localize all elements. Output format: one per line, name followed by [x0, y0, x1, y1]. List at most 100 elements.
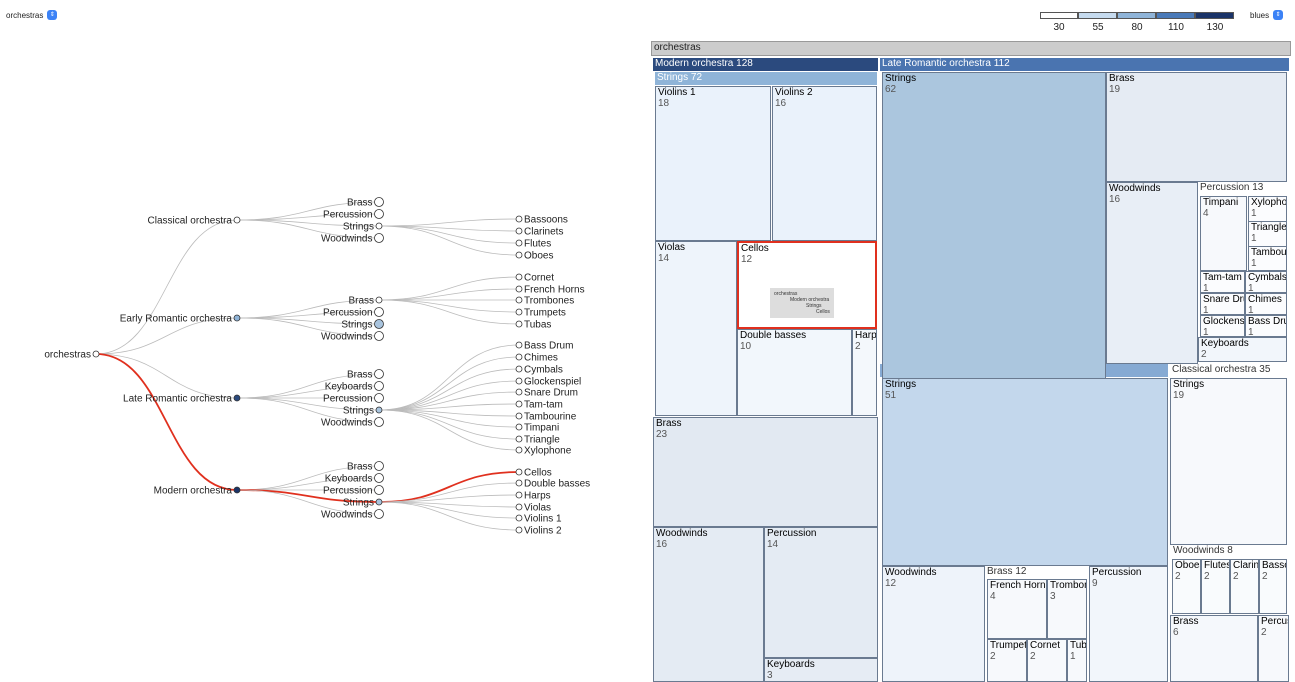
tree-root-node[interactable]	[92, 350, 100, 358]
tree-section-node[interactable]	[375, 406, 383, 414]
treemap-cell[interactable]: Brass 6	[1170, 615, 1258, 682]
tree-section-node[interactable]	[374, 233, 384, 243]
tree-instrument-node[interactable]	[515, 227, 523, 235]
treemap-cell-name: Tambourine	[1251, 247, 1287, 258]
tree-instrument-node[interactable]	[515, 296, 523, 304]
tree-instrument-node[interactable]	[515, 341, 523, 349]
tree-section-node[interactable]	[374, 307, 384, 317]
tree-instrument-node[interactable]	[515, 320, 523, 328]
tree-instrument-node[interactable]	[515, 468, 523, 476]
treemap-cell[interactable]: Tam-tam 1	[1200, 271, 1245, 293]
treemap-cell[interactable]: Woodwinds 12	[882, 566, 985, 682]
tree-section-node[interactable]	[374, 381, 384, 391]
treemap-cell[interactable]: Keyboards 3	[764, 658, 878, 682]
tree-instrument-node[interactable]	[515, 423, 523, 431]
tm-group-header[interactable]: Modern orchestra 128	[653, 58, 878, 71]
tree-instrument-node[interactable]	[515, 435, 523, 443]
treemap-cell[interactable]: Bassoons2	[1259, 559, 1287, 614]
tree-instrument-node[interactable]	[515, 412, 523, 420]
tree-section-node[interactable]	[374, 369, 384, 379]
treemap-cell-value: 19	[1173, 390, 1185, 401]
treemap-cell[interactable]: Glockenspiel1	[1200, 315, 1245, 337]
treemap-cell[interactable]: Cornet 2	[1027, 639, 1067, 682]
tree-group-node[interactable]	[233, 216, 241, 224]
treemap-cell[interactable]: Trombones3	[1047, 579, 1087, 639]
tree-section-node[interactable]	[375, 296, 383, 304]
tree-instrument-node[interactable]	[515, 215, 523, 223]
tm-group-header[interactable]: Strings 72	[655, 72, 877, 85]
tree-instrument-node[interactable]	[515, 239, 523, 247]
tree-instrument-label: Tam-tam	[524, 400, 563, 411]
tree-section-label: Brass	[348, 296, 374, 307]
treemap-cell[interactable]: Oboes2	[1172, 559, 1201, 614]
tree-section-node[interactable]	[374, 209, 384, 219]
tree-instrument-node[interactable]	[515, 400, 523, 408]
tree-instrument-node[interactable]	[515, 479, 523, 487]
treemap-cell[interactable]: Bass Drum1	[1245, 315, 1287, 337]
treemap-cell[interactable]: Xylophone1	[1248, 196, 1287, 222]
treemap-cell-value: 2	[1233, 571, 1239, 582]
treemap-cell[interactable]: Harps2	[852, 329, 877, 416]
tree-instrument-node[interactable]	[515, 446, 523, 454]
tree-instrument-node[interactable]	[515, 526, 523, 534]
tree-section-node[interactable]	[374, 461, 384, 471]
tree-group-node[interactable]	[233, 486, 241, 494]
tree-section-node[interactable]	[375, 498, 383, 506]
treemap-cell-name: Xylophone	[1251, 197, 1287, 208]
treemap-cell[interactable]: Keyboards 2	[1198, 337, 1287, 362]
tm-group-header[interactable]: Brass 12	[985, 566, 1087, 579]
treemap-cell[interactable]: French Horns 4	[987, 579, 1047, 639]
treemap-cell[interactable]: Violas 14	[655, 241, 737, 416]
tree-instrument-node[interactable]	[515, 377, 523, 385]
treemap-cell[interactable]: Percussion2	[1258, 615, 1289, 682]
tree-instrument-node[interactable]	[515, 514, 523, 522]
treemap-cell-name: Oboes	[1175, 560, 1200, 571]
treemap-cell[interactable]: Violins 1 18	[655, 86, 771, 241]
treemap-cell[interactable]: Snare Drum1	[1200, 293, 1245, 315]
treemap-cell[interactable]: Violins 2 16	[772, 86, 877, 241]
tree-section-node[interactable]	[374, 393, 384, 403]
tree-instrument-node[interactable]	[515, 365, 523, 373]
tree-instrument-node[interactable]	[515, 273, 523, 281]
tree-section-node[interactable]	[374, 319, 384, 329]
tm-group-header[interactable]: Late Romantic orchestra 112	[880, 58, 1289, 71]
tree-section-node[interactable]	[374, 509, 384, 519]
color-scheme-select[interactable]: blues ⇕	[1250, 10, 1284, 20]
treemap-cell[interactable]: Tubas1	[1067, 639, 1087, 682]
treemap-cell[interactable]: Timpani 4	[1200, 196, 1247, 271]
tree-instrument-node[interactable]	[515, 491, 523, 499]
treemap-cell[interactable]: Triangle 1	[1248, 221, 1287, 247]
treemap-cell[interactable]: Percussion 9	[1089, 566, 1168, 682]
treemap-cell[interactable]: Flutes 2	[1201, 559, 1230, 614]
treemap-cell[interactable]: Double basses 10	[737, 329, 852, 416]
tree-instrument-node[interactable]	[515, 308, 523, 316]
tm-group-header[interactable]: Percussion 13	[1198, 182, 1287, 195]
treemap-cell[interactable]: Cymbals 1	[1245, 271, 1287, 293]
tree-instrument-node[interactable]	[515, 388, 523, 396]
treemap-cell[interactable]: Clarinets2	[1230, 559, 1259, 614]
tree-group-node[interactable]	[233, 394, 241, 402]
tree-instrument-node[interactable]	[515, 251, 523, 259]
tree-section-node[interactable]	[374, 485, 384, 495]
tree-instrument-node[interactable]	[515, 353, 523, 361]
treemap-cell[interactable]: Trumpets2	[987, 639, 1027, 682]
treemap-cell[interactable]: Tambourine1	[1248, 246, 1287, 271]
treemap-cell[interactable]: Brass 19	[1106, 72, 1287, 182]
treemap-cell[interactable]: Chimes 1	[1245, 293, 1287, 315]
tree-section-node[interactable]	[374, 473, 384, 483]
treemap-cell[interactable]: Woodwinds 16	[1106, 182, 1198, 364]
treemap-cell[interactable]: Woodwinds 16	[653, 527, 764, 682]
treemap-cell[interactable]: Strings 51	[882, 378, 1168, 566]
treemap-cell[interactable]: Strings 19	[1170, 378, 1287, 545]
tree-section-node[interactable]	[374, 417, 384, 427]
tm-group-header[interactable]: Woodwinds 8	[1171, 545, 1286, 558]
tm-group-header[interactable]: Classical orchestra 35	[1170, 364, 1289, 377]
tree-section-node[interactable]	[374, 331, 384, 341]
tree-instrument-node[interactable]	[515, 285, 523, 293]
tree-section-node[interactable]	[374, 197, 384, 207]
tree-group-node[interactable]	[233, 314, 241, 322]
tree-section-node[interactable]	[375, 222, 383, 230]
treemap-cell[interactable]: Brass 23	[653, 417, 878, 527]
treemap-cell[interactable]: Percussion 14	[764, 527, 878, 658]
tree-instrument-node[interactable]	[515, 503, 523, 511]
